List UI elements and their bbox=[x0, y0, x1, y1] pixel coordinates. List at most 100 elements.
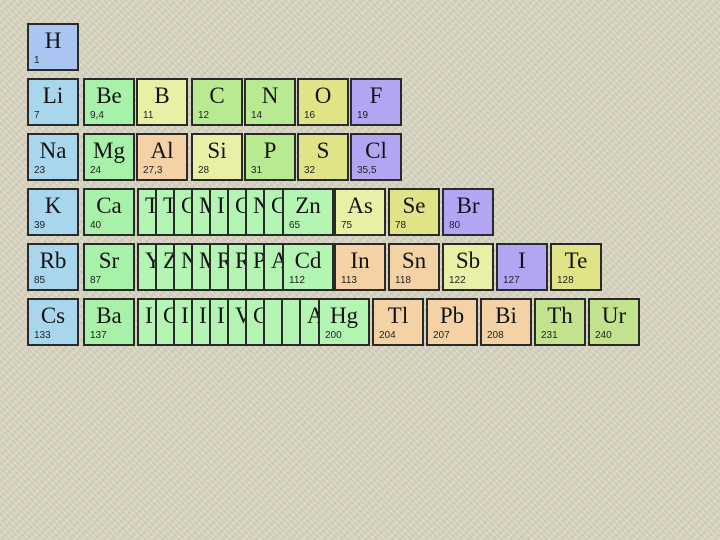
element-symbol: Ur bbox=[601, 303, 627, 328]
element-symbol: Si bbox=[207, 138, 227, 163]
element-symbol: Al bbox=[150, 138, 174, 163]
element-cell: Cd 112 bbox=[282, 243, 334, 291]
element-cell: Te 128 bbox=[550, 243, 602, 291]
element-cell: As 75 bbox=[334, 188, 386, 236]
element-mass: 118 bbox=[395, 275, 411, 286]
element-cell: Th 231 bbox=[534, 298, 586, 346]
element-cell: Li 7 bbox=[27, 78, 79, 126]
element-symbol: Te bbox=[564, 248, 588, 273]
element-cell: Ca 40 bbox=[83, 188, 135, 236]
element-mass: 200 bbox=[325, 330, 342, 341]
element-mass: 122 bbox=[449, 275, 466, 286]
element-symbol: Br bbox=[456, 193, 480, 218]
element-symbol: Tl bbox=[387, 303, 409, 328]
element-mass: 28 bbox=[198, 165, 210, 176]
element-mass: 27,3 bbox=[143, 165, 163, 176]
element-cell: Cs 133 bbox=[27, 298, 79, 346]
element-mass: 32 bbox=[304, 165, 316, 176]
element-cell: Rb 85 bbox=[27, 243, 79, 291]
element-mass: 39 bbox=[34, 220, 46, 231]
element-mass: 112 bbox=[289, 275, 305, 286]
element-mass: 14 bbox=[251, 110, 263, 121]
element-symbol: Se bbox=[402, 193, 426, 218]
element-mass: 113 bbox=[341, 275, 357, 286]
element-mass: 19 bbox=[357, 110, 369, 121]
element-mass: 16 bbox=[304, 110, 316, 121]
element-symbol: C bbox=[209, 83, 225, 108]
element-mass: 40 bbox=[90, 220, 102, 231]
element-mass: 204 bbox=[379, 330, 396, 341]
element-mass: 7 bbox=[34, 110, 40, 121]
element-mass: 31 bbox=[251, 165, 263, 176]
element-symbol: O bbox=[314, 83, 332, 108]
element-mass: 128 bbox=[557, 275, 574, 286]
element-mass: 231 bbox=[541, 330, 558, 341]
element-cell: C 12 bbox=[191, 78, 243, 126]
element-symbol: Sr bbox=[98, 248, 120, 273]
element-symbol: B bbox=[154, 83, 170, 108]
element-mass: 75 bbox=[341, 220, 353, 231]
element-symbol: Rb bbox=[39, 248, 67, 273]
element-symbol: Sb bbox=[455, 248, 481, 273]
element-mass: 9,4 bbox=[90, 110, 104, 121]
element-cell: Sr 87 bbox=[83, 243, 135, 291]
element-cell: Si 28 bbox=[191, 133, 243, 181]
element-symbol: Ca bbox=[96, 193, 122, 218]
element-cell: In 113 bbox=[334, 243, 386, 291]
element-cell: Tl 204 bbox=[372, 298, 424, 346]
element-cell: Br 80 bbox=[442, 188, 494, 236]
element-symbol: I bbox=[518, 248, 526, 273]
element-cell: N 14 bbox=[244, 78, 296, 126]
element-cell: Sn 118 bbox=[388, 243, 440, 291]
element-cell: Na 23 bbox=[27, 133, 79, 181]
element-symbol: S bbox=[316, 138, 330, 163]
element-cell: B 11 bbox=[136, 78, 188, 126]
element-mass: 137 bbox=[90, 330, 107, 341]
element-cell: Al 27,3 bbox=[136, 133, 188, 181]
periodic-table: H 1 Li 7 Be 9,4 B 11 C 12 N 14 O 16 F 19 Na 23 Mg 24 Al 27,3 S… bbox=[0, 0, 720, 540]
element-symbol: Be bbox=[96, 83, 122, 108]
element-mass: 85 bbox=[34, 275, 46, 286]
element-cell: Ur 240 bbox=[588, 298, 640, 346]
element-symbol: Cl bbox=[365, 138, 387, 163]
element-symbol: N bbox=[261, 83, 279, 108]
element-symbol: I bbox=[181, 303, 189, 328]
element-cell: Mg 24 bbox=[83, 133, 135, 181]
element-cell: I 127 bbox=[496, 243, 548, 291]
element-symbol: Zn bbox=[295, 193, 321, 218]
element-symbol: Na bbox=[39, 138, 67, 163]
element-symbol: P bbox=[263, 138, 277, 163]
element-mass: 78 bbox=[395, 220, 407, 231]
element-symbol: I bbox=[145, 303, 153, 328]
element-cell: Bi 208 bbox=[480, 298, 532, 346]
element-symbol: I bbox=[217, 193, 225, 218]
element-cell: Sb 122 bbox=[442, 243, 494, 291]
element-mass: 12 bbox=[198, 110, 210, 121]
element-cell: Hg 200 bbox=[318, 298, 370, 346]
element-symbol: I bbox=[199, 303, 207, 328]
element-mass: 133 bbox=[34, 330, 51, 341]
element-cell: Be 9,4 bbox=[83, 78, 135, 126]
element-symbol: Cs bbox=[40, 303, 66, 328]
element-cell: Zn 65 bbox=[282, 188, 334, 236]
element-mass: 11 bbox=[143, 110, 154, 121]
element-cell: Se 78 bbox=[388, 188, 440, 236]
element-mass: 23 bbox=[34, 165, 46, 176]
element-mass: 240 bbox=[595, 330, 612, 341]
element-symbol: F bbox=[369, 83, 383, 108]
element-cell: H1 bbox=[27, 23, 79, 71]
element-symbol: Ba bbox=[96, 303, 122, 328]
element-symbol: I bbox=[217, 303, 225, 328]
element-cell: Ba 137 bbox=[83, 298, 135, 346]
element-symbol: Th bbox=[547, 303, 573, 328]
element-mass: 24 bbox=[90, 165, 102, 176]
element-cell: Cl 35,5 bbox=[350, 133, 402, 181]
element-symbol: Pb bbox=[439, 303, 465, 328]
element-symbol: Li bbox=[42, 83, 64, 108]
element-symbol: Hg bbox=[329, 303, 359, 328]
element-mass: 87 bbox=[90, 275, 102, 286]
element-mass: 127 bbox=[503, 275, 520, 286]
element-mass: 208 bbox=[487, 330, 504, 341]
element-cell: F 19 bbox=[350, 78, 402, 126]
element-symbol: As bbox=[347, 193, 373, 218]
